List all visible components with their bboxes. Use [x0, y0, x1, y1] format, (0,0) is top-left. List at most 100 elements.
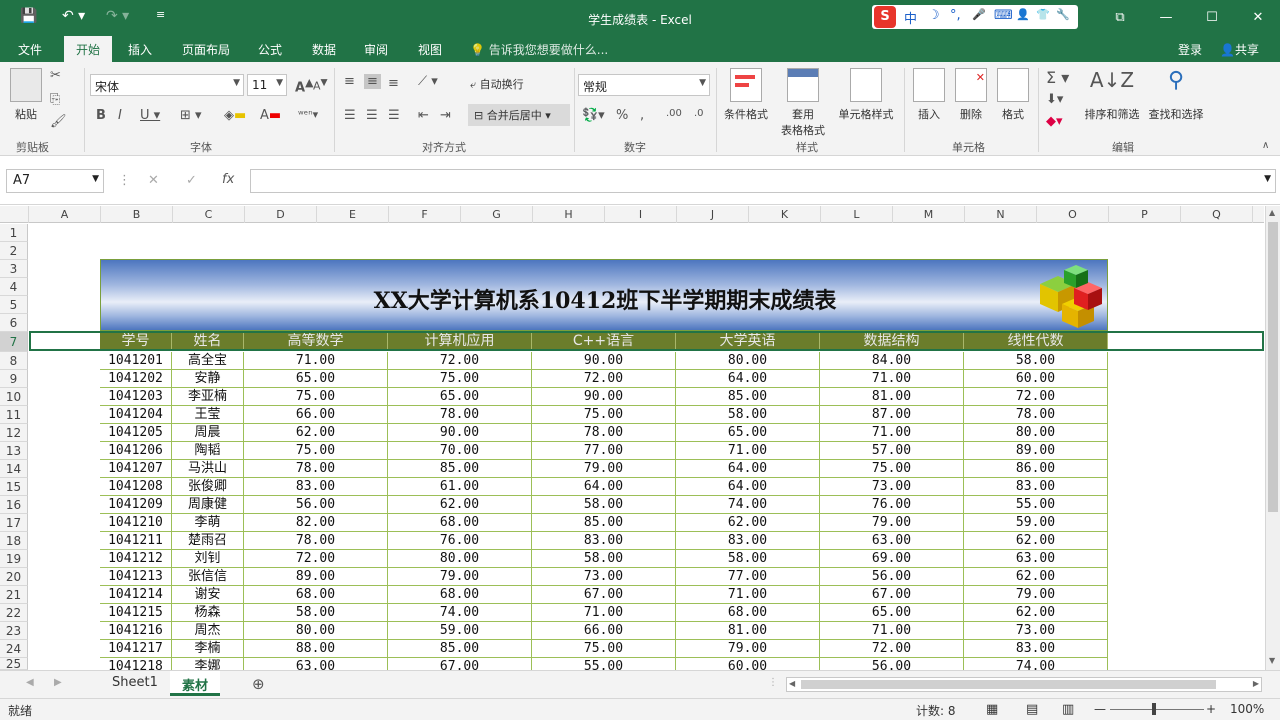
cell-score[interactable]: 71.00: [820, 370, 964, 388]
row-header[interactable]: 23: [0, 622, 28, 640]
cell-score[interactable]: 63.00: [244, 658, 388, 670]
cell-student-name[interactable]: 张信信: [172, 568, 244, 586]
cell-score[interactable]: 79.00: [532, 460, 676, 478]
fill-color-icon[interactable]: ◈▬: [224, 108, 246, 123]
cell-score[interactable]: 82.00: [244, 514, 388, 532]
cell-student-name[interactable]: 周晨: [172, 424, 244, 442]
cell-score[interactable]: 69.00: [820, 550, 964, 568]
cell-score[interactable]: 76.00: [388, 532, 532, 550]
close-button[interactable]: ✕: [1248, 8, 1268, 28]
cell-score[interactable]: 71.00: [244, 352, 388, 370]
row-header[interactable]: 3: [0, 260, 28, 278]
align-right-icon[interactable]: ☰: [388, 108, 400, 123]
cell-score[interactable]: 83.00: [964, 640, 1108, 658]
cell-score[interactable]: 62.00: [964, 568, 1108, 586]
cell-student-name[interactable]: 李娜: [172, 658, 244, 670]
cell-score[interactable]: 55.00: [532, 658, 676, 670]
cell-score[interactable]: 73.00: [820, 478, 964, 496]
zoom-slider[interactable]: [1110, 709, 1204, 710]
cell-score[interactable]: 62.00: [388, 496, 532, 514]
cell-score[interactable]: 56.00: [244, 496, 388, 514]
row-header[interactable]: 20: [0, 568, 28, 586]
orientation-icon[interactable]: ⟋ ▾: [418, 74, 438, 89]
cell-score[interactable]: 72.00: [244, 550, 388, 568]
cell-student-id[interactable]: 1041209: [100, 496, 172, 514]
share-button[interactable]: 👤共享: [1220, 41, 1259, 58]
cell-score[interactable]: 71.00: [820, 622, 964, 640]
cell-score[interactable]: 75.00: [244, 442, 388, 460]
collapse-ribbon-icon[interactable]: ∧: [1262, 140, 1269, 151]
row-header[interactable]: 10: [0, 388, 28, 406]
column-header[interactable]: Q: [1181, 206, 1253, 223]
cell-student-name[interactable]: 周康健: [172, 496, 244, 514]
cell-student-name[interactable]: 李萌: [172, 514, 244, 532]
borders-icon[interactable]: ⊞ ▾: [180, 108, 202, 123]
cell-score[interactable]: 75.00: [532, 406, 676, 424]
increase-indent-icon[interactable]: ⇥: [440, 108, 451, 123]
italic-icon[interactable]: I: [118, 108, 122, 123]
undo-icon[interactable]: ↶ ▾: [62, 8, 85, 24]
sign-in-link[interactable]: 登录: [1178, 41, 1202, 58]
column-header[interactable]: A: [29, 206, 101, 223]
cell-score[interactable]: 86.00: [964, 460, 1108, 478]
row-header[interactable]: 19: [0, 550, 28, 568]
zoom-slider-thumb[interactable]: [1152, 703, 1156, 715]
cell-score[interactable]: 68.00: [388, 514, 532, 532]
vertical-scroll-thumb[interactable]: [1268, 222, 1278, 512]
row-header[interactable]: 1: [0, 224, 28, 242]
cell-student-name[interactable]: 李楠: [172, 640, 244, 658]
minimize-button[interactable]: —: [1156, 8, 1176, 28]
font-size-dropdown[interactable]: 11 ▼: [247, 74, 287, 96]
column-header[interactable]: N: [965, 206, 1037, 223]
row-header[interactable]: 12: [0, 424, 28, 442]
ime-toolbar[interactable]: S 中 ☽ °, 🎤 ⌨ 👤 👕 🔧: [872, 5, 1078, 29]
tab-view[interactable]: 视图: [418, 41, 442, 58]
cell-score[interactable]: 74.00: [964, 658, 1108, 670]
cell-student-name[interactable]: 安静: [172, 370, 244, 388]
ime-moon-icon[interactable]: ☽: [928, 8, 940, 23]
ribbon-display-options-icon[interactable]: ⧉: [1110, 8, 1130, 28]
cell-score[interactable]: 73.00: [532, 568, 676, 586]
decrease-font-icon[interactable]: A▼: [313, 77, 328, 93]
cell-score[interactable]: 71.00: [676, 586, 820, 604]
worksheet-grid[interactable]: XX大学计算机系10412班下半学期期末成绩表 学号 姓名 高等数学 计算机应用…: [29, 224, 1264, 670]
clear-icon[interactable]: ◆▾: [1046, 114, 1063, 129]
column-header[interactable]: E: [317, 206, 389, 223]
cell-student-id[interactable]: 1041203: [100, 388, 172, 406]
cell-student-name[interactable]: 楚雨召: [172, 532, 244, 550]
cell-score[interactable]: 77.00: [676, 568, 820, 586]
scroll-down-icon[interactable]: ▼: [1269, 656, 1275, 665]
cell-score[interactable]: 80.00: [964, 424, 1108, 442]
row-header[interactable]: 4: [0, 278, 28, 296]
row-header[interactable]: 2: [0, 242, 28, 260]
cell-score[interactable]: 79.00: [388, 568, 532, 586]
cell-score[interactable]: 72.00: [964, 388, 1108, 406]
cell-score[interactable]: 60.00: [676, 658, 820, 670]
cell-score[interactable]: 56.00: [820, 658, 964, 670]
cell-score[interactable]: 67.00: [388, 658, 532, 670]
cell-score[interactable]: 90.00: [532, 388, 676, 406]
increase-font-icon[interactable]: A▲: [295, 76, 313, 95]
cell-score[interactable]: 66.00: [532, 622, 676, 640]
cell-score[interactable]: 81.00: [820, 388, 964, 406]
cell-score[interactable]: 62.00: [964, 604, 1108, 622]
comma-style-icon[interactable]: ,: [640, 108, 644, 123]
horizontal-scrollbar[interactable]: ◀ ▶: [786, 677, 1262, 692]
next-sheet-icon[interactable]: ▶: [54, 677, 62, 688]
cell-student-id[interactable]: 1041202: [100, 370, 172, 388]
cell-student-id[interactable]: 1041215: [100, 604, 172, 622]
row-header-selected[interactable]: 7: [0, 332, 28, 352]
cell-score[interactable]: 80.00: [388, 550, 532, 568]
row-header[interactable]: 17: [0, 514, 28, 532]
column-header[interactable]: D: [245, 206, 317, 223]
cell-score[interactable]: 58.00: [964, 352, 1108, 370]
cell-score[interactable]: 80.00: [244, 622, 388, 640]
decrease-indent-icon[interactable]: ⇤: [418, 108, 429, 123]
cell-student-name[interactable]: 李亚楠: [172, 388, 244, 406]
cell-score[interactable]: 58.00: [532, 496, 676, 514]
increase-decimal-icon[interactable]: .00: [666, 108, 682, 119]
cell-student-name[interactable]: 杨森: [172, 604, 244, 622]
zoom-in-icon[interactable]: +: [1206, 702, 1216, 716]
cell-score[interactable]: 68.00: [244, 586, 388, 604]
redo-icon[interactable]: ↷ ▾: [106, 8, 129, 24]
